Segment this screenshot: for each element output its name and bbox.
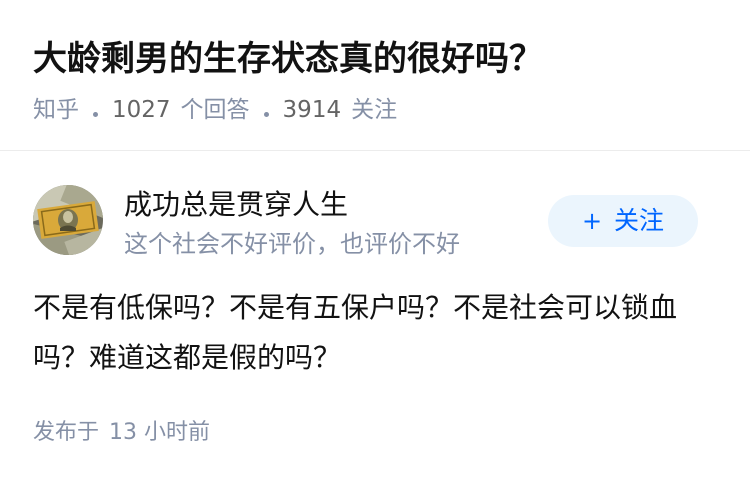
source-label[interactable]: 知乎 [33,94,79,126]
follow-button-label: 关注 [614,206,665,235]
avatar[interactable] [33,185,103,255]
plus-icon: + [581,207,603,235]
separator-dot [263,111,269,117]
answer-content[interactable]: 不是有低保吗？不是有五保户吗？不是社会可以锁血吗？难道这都是假的吗？ [33,283,723,383]
answer-count-label: 个回答 [180,97,250,123]
separator-dot [93,111,98,117]
question-header: 大龄剩男的生存状态真的很好吗？ 知乎 1027 个回答 3914 关注 [0,0,750,150]
dollar-bills-avatar-icon [33,185,103,255]
follower-count-label: 关注 [351,97,398,123]
published-prefix: 发布于 [33,420,100,445]
published-time: 13 小时前 [109,420,211,445]
answer-count: 1027 [112,97,171,123]
answer-card: 成功总是贯穿人生 这个社会不好评价，也评价不好 + 关注 不是有低保吗？不是有五保… [0,151,750,486]
follower-count: 3914 [282,97,342,123]
answer-time: 发布于 13 小时前 [33,417,210,449]
author-bio: 这个社会不好评价，也评价不好 [124,230,460,258]
author-name[interactable]: 成功总是贯穿人生 [124,185,348,225]
question-meta: 知乎 1027 个回答 3914 关注 [33,94,397,126]
follow-button[interactable]: + 关注 [548,195,698,247]
question-title[interactable]: 大龄剩男的生存状态真的很好吗？ [33,34,543,84]
